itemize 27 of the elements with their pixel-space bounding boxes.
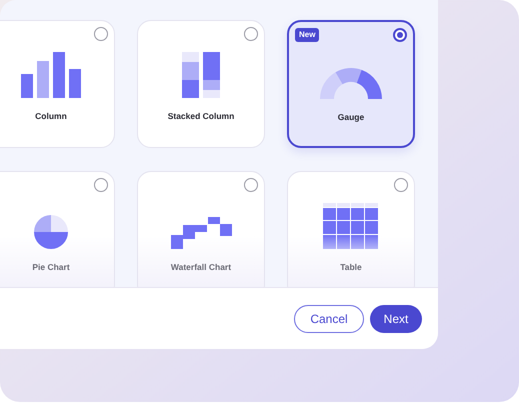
radio-button[interactable] <box>94 178 108 192</box>
chart-type-label: Pie Chart <box>32 261 70 274</box>
chart-type-label: Waterfall Chart <box>170 261 232 274</box>
chart-type-card[interactable]: New Gauge <box>287 20 415 148</box>
new-badge: New <box>295 28 320 42</box>
chart-type-label: Stacked Column <box>168 110 234 123</box>
chart-type-label: Gauge <box>338 111 364 124</box>
waterfall-chart-icon <box>170 217 232 249</box>
pie-chart-icon <box>34 215 68 249</box>
radio-button[interactable] <box>394 178 408 192</box>
next-button[interactable]: Next <box>370 304 422 332</box>
table-icon <box>323 203 379 249</box>
radio-button[interactable] <box>244 178 258 192</box>
chart-type-card[interactable]: Stacked Column <box>137 20 265 148</box>
chart-type-card[interactable]: Table <box>287 171 415 287</box>
cancel-button[interactable]: Cancel <box>294 304 364 332</box>
stacked-bar-icon <box>182 52 220 98</box>
radio-button[interactable] <box>393 28 407 42</box>
chart-type-card[interactable]: Pie Chart <box>0 171 115 287</box>
chart-type-label: Table <box>340 261 362 274</box>
chart-type-card[interactable]: Column <box>0 20 115 148</box>
gauge-icon <box>320 68 382 99</box>
radio-button[interactable] <box>94 27 108 41</box>
radio-button[interactable] <box>244 27 258 41</box>
chart-type-card[interactable]: Waterfall Chart <box>137 171 265 287</box>
bar-chart-icon <box>20 52 82 98</box>
chart-type-label: Column <box>35 110 67 123</box>
